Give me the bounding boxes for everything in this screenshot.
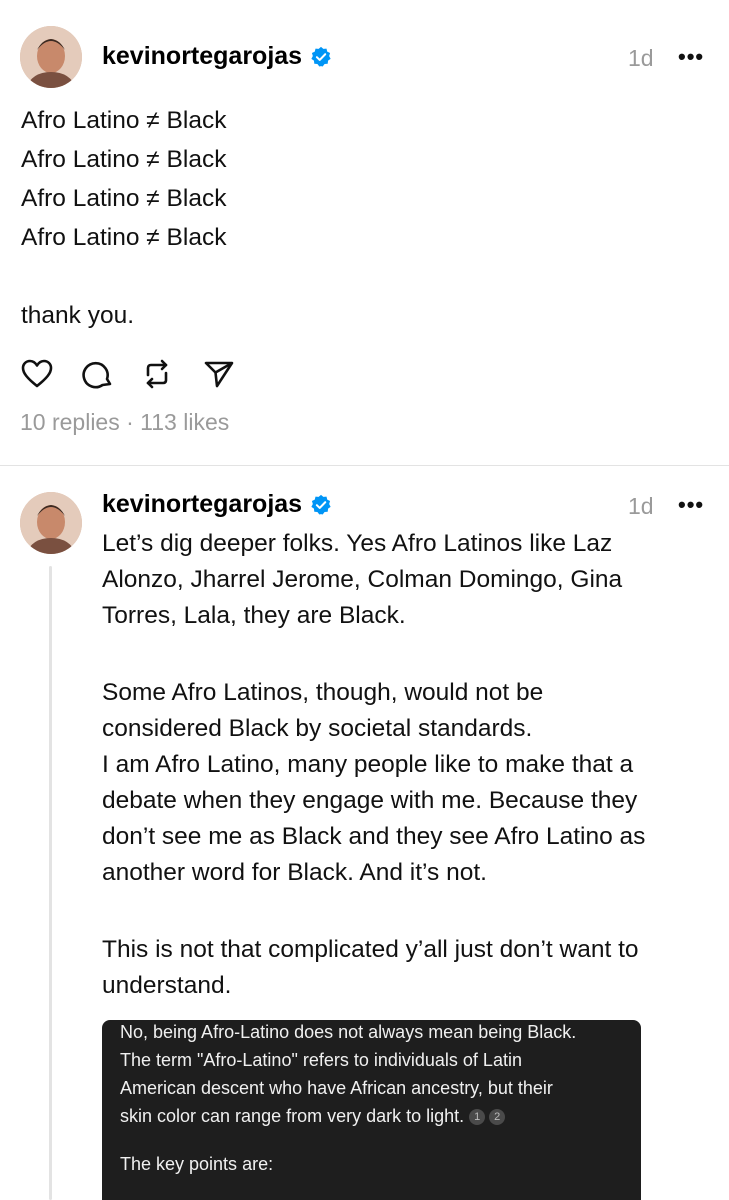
post-time: 1d [628, 493, 654, 519]
post-line: debate when they engage with me. Because… [102, 787, 638, 814]
post-line: I am Afro Latino, many people like to ma… [102, 751, 634, 778]
post-line: This is not that complicated y’all just … [102, 936, 639, 963]
post-line: Afro Latino ≠ Black [21, 107, 227, 134]
username[interactable]: kevinortegarojas [102, 490, 302, 519]
thread-post: kevinortegarojas 1d ••• Let’s dig deeper… [0, 466, 729, 1200]
verified-badge-icon [311, 494, 331, 515]
screenshot-line: American descent who have African ancest… [120, 1078, 553, 1098]
post-line: Torres, Lala, they are Black. [102, 602, 406, 629]
citation-badge: 2 [489, 1109, 506, 1126]
post-line: another word for Black. And it’s not. [102, 859, 487, 886]
post-line: Afro Latino ≠ Black [21, 146, 227, 173]
avatar[interactable] [20, 492, 82, 554]
post-stats[interactable]: 10 replies · 113 likes [20, 409, 229, 436]
post-line: thank you. [21, 302, 135, 329]
screenshot-text: skin color can range from very dark to l… [120, 1106, 465, 1126]
post-body: Afro Latino ≠ Black Afro Latino ≠ Black … [21, 101, 226, 335]
screenshot-line-with-citations: skin color can range from very dark to l… [120, 1106, 506, 1127]
post-line: Some Afro Latinos, though, would not be [102, 679, 544, 706]
post-line: don’t see me as Black and they see Afro … [102, 823, 646, 850]
post-line: Alonzo, Jharrel Jerome, Colman Domingo, … [102, 566, 623, 593]
post-line: considered Black by societal standards. [102, 715, 533, 742]
post-line: understand. [102, 972, 232, 999]
screenshot-line: The key points are: [120, 1154, 274, 1174]
repost-icon[interactable] [140, 357, 174, 391]
verified-badge-icon [311, 46, 331, 67]
post-time: 1d [628, 45, 654, 71]
avatar[interactable] [20, 26, 82, 88]
post-line: Afro Latino ≠ Black [21, 224, 227, 251]
comment-icon[interactable] [81, 357, 115, 391]
post-body: Let’s dig deeper folks. Yes Afro Latinos… [102, 526, 645, 1004]
heart-icon[interactable] [20, 357, 54, 391]
more-options-button[interactable]: ••• [678, 492, 704, 518]
thread-post: kevinortegarojas 1d ••• Afro Latino ≠ Bl… [0, 0, 729, 465]
citation-badge: 1 [469, 1109, 486, 1126]
post-line: Let’s dig deeper folks. Yes Afro Latinos… [102, 530, 613, 557]
thread-line [49, 566, 52, 1200]
send-icon[interactable] [202, 357, 236, 391]
post-line: Afro Latino ≠ Black [21, 185, 227, 212]
attached-screenshot[interactable]: No, being Afro-Latino does not always me… [102, 1020, 641, 1200]
screenshot-line: The term "Afro-Latino" refers to individ… [120, 1050, 522, 1070]
screenshot-line: No, being Afro-Latino does not always me… [120, 1022, 577, 1042]
username[interactable]: kevinortegarojas [102, 42, 302, 71]
post-line [21, 257, 226, 296]
more-options-button[interactable]: ••• [678, 44, 704, 70]
